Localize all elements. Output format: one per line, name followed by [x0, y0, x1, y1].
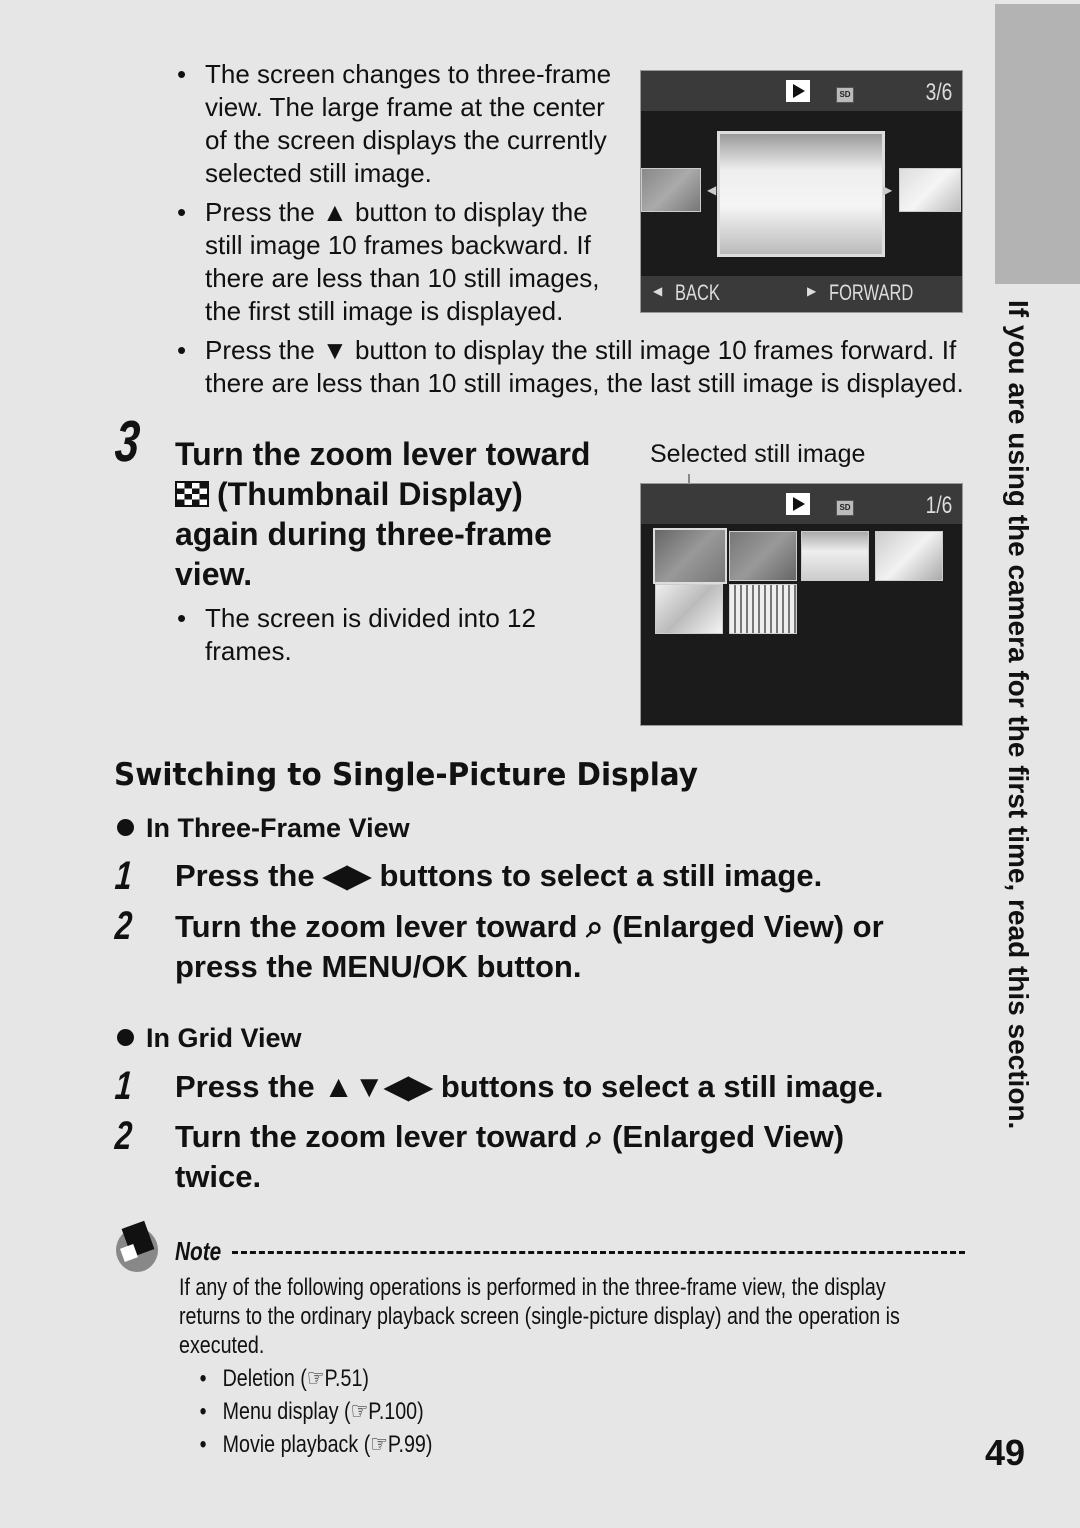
page-number: 49 — [985, 1432, 1026, 1473]
sd-card-icon: SD — [836, 500, 854, 516]
note-icon — [116, 1220, 158, 1272]
step-number: 1 — [113, 1064, 134, 1108]
grid-view-screen: SD 1/6 — [640, 483, 963, 726]
top-bullets: The screen changes to three-frame view. … — [175, 58, 615, 328]
three-frame-screen: SD 3/6 ◀ ▶ ◀ BACK ▶ FORWARD — [640, 70, 963, 313]
play-mode-icon — [786, 493, 810, 515]
note-item: Movie playback (☞P.99) — [198, 1428, 433, 1461]
note-items: Deletion (☞P.51) Menu display (☞P.100) M… — [198, 1362, 433, 1461]
screen-top-bar: SD 3/6 — [641, 71, 962, 111]
page-reference-link[interactable]: P.99 — [388, 1431, 426, 1458]
bullet-item: Press the ▲ button to display the still … — [175, 196, 615, 328]
note-label: Note — [175, 1236, 222, 1266]
subheading-grid: In Grid View — [117, 1023, 302, 1054]
note-divider — [232, 1251, 965, 1254]
note-body: If any of the following operations is pe… — [179, 1274, 900, 1359]
step3-bullets: The screen is divided into 12 frames. — [175, 602, 595, 668]
subheading-three-frame: In Three-Frame View — [117, 813, 410, 844]
thumbnail-display-icon — [175, 481, 209, 507]
step-number: 3 — [112, 409, 143, 474]
screen-top-bar: SD 1/6 — [641, 484, 962, 524]
bullet-item: The screen is divided into 12 frames. — [175, 602, 595, 668]
forward-arrow-icon: ▶ — [807, 284, 817, 298]
note-item: Menu display (☞P.100) — [198, 1395, 432, 1428]
reference-hand-icon: ☞ — [350, 1398, 369, 1425]
selected-image-caption: Selected still image — [650, 440, 866, 468]
selected-image-frame — [717, 131, 885, 257]
reference-hand-icon: ☞ — [370, 1431, 388, 1458]
page-reference-link[interactable]: P.51 — [324, 1365, 362, 1392]
step-number: 2 — [113, 1114, 134, 1158]
back-arrow-icon: ◀ — [653, 284, 663, 298]
step-text: Press the ▲▼◀▶ buttons to select a still… — [175, 1069, 884, 1104]
bullet-item: Press the ▼ button to display the still … — [175, 334, 975, 400]
step-text: Turn the zoom lever toward ⌕ (Enlarged V… — [175, 1119, 845, 1194]
right-arrow-icon: ▶ — [883, 183, 893, 197]
bullet-dot-icon — [117, 819, 134, 836]
forward-label: FORWARD — [829, 280, 914, 305]
next-image-thumbnail — [899, 168, 961, 212]
top-bullets-wide: Press the ▼ button to display the still … — [175, 334, 975, 400]
page-reference-link[interactable]: P.100 — [368, 1398, 417, 1425]
sd-card-icon: SD — [836, 87, 854, 103]
bullet-dot-icon — [117, 1029, 134, 1046]
play-mode-icon — [786, 80, 810, 102]
section-heading: Switching to Single-Picture Display — [114, 757, 698, 793]
reference-hand-icon: ☞ — [306, 1365, 325, 1392]
left-arrow-icon: ◀ — [707, 183, 717, 197]
step-text: Turn the zoom lever toward ⌕ (Enlarged V… — [175, 909, 884, 984]
note-item: Deletion (☞P.51) — [198, 1362, 432, 1395]
previous-image-thumbnail — [641, 168, 701, 212]
step3-title: Turn the zoom lever toward (Thumbnail Di… — [175, 436, 591, 592]
chapter-side-label: If you are using the camera for the firs… — [1000, 300, 1040, 1170]
step-number: 2 — [113, 904, 134, 948]
grid-thumbnail[interactable] — [875, 531, 943, 581]
grid-thumbnail[interactable] — [729, 584, 797, 634]
back-label: BACK — [675, 280, 720, 305]
step-number: 1 — [113, 854, 134, 898]
grid-thumbnail[interactable] — [655, 584, 723, 634]
grid-thumbnail[interactable] — [801, 531, 869, 581]
frame-counter: 1/6 — [925, 492, 952, 519]
side-label-text: If you are using the camera for the firs… — [1003, 300, 1034, 1130]
frame-counter: 3/6 — [925, 79, 952, 106]
step-text: Press the ◀▶ buttons to select a still i… — [175, 858, 823, 893]
grid-thumbnail[interactable] — [729, 531, 797, 581]
screen-bottom-bar: ◀ BACK ▶ FORWARD — [641, 276, 962, 312]
grid-thumbnail-selected[interactable] — [653, 528, 727, 584]
bullet-item: The screen changes to three-frame view. … — [175, 58, 615, 190]
chapter-tab — [995, 4, 1080, 284]
